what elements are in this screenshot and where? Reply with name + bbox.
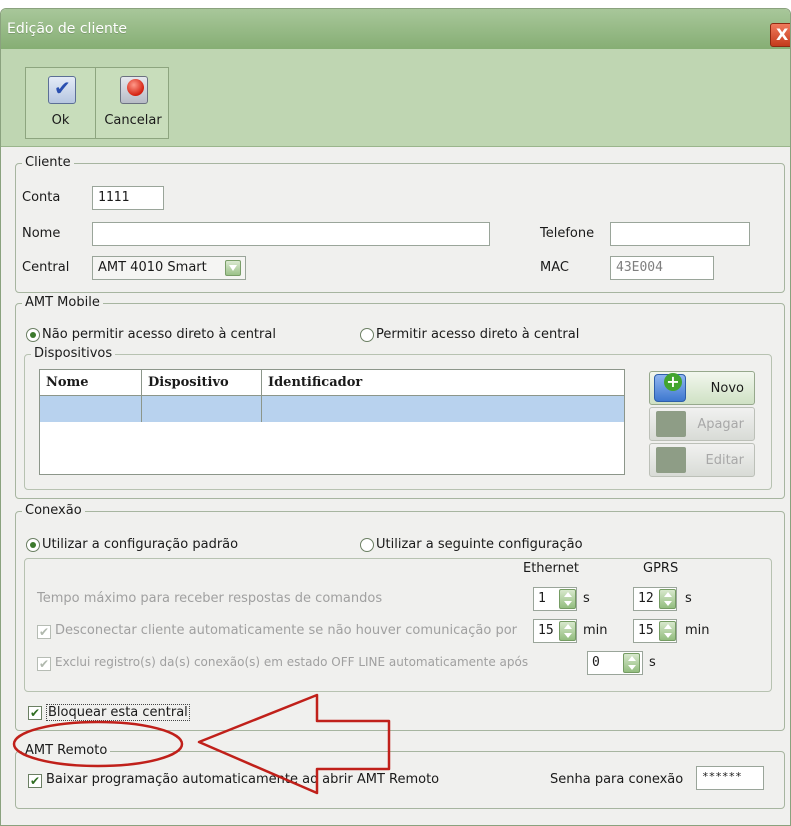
form-panel: Cliente Conta 1111 Nome Telefone Central… <box>15 155 788 825</box>
cliente-legend: Cliente <box>22 155 74 170</box>
senha-input[interactable]: ****** <box>696 766 764 790</box>
spinner-arrows-icon[interactable] <box>559 589 576 609</box>
access-radio[interactable] <box>360 328 374 342</box>
tempo-gprs-unit: s <box>685 591 692 606</box>
default-config-radio[interactable] <box>26 538 40 552</box>
add-icon <box>654 373 686 402</box>
close-button[interactable]: X <box>770 23 790 47</box>
no-access-label[interactable]: Não permitir acesso direto à central <box>42 327 276 342</box>
exclui-unit: s <box>649 655 656 670</box>
spinner-arrows-icon[interactable] <box>659 621 676 641</box>
senha-label: Senha para conexão <box>550 772 684 787</box>
column-header-identificador[interactable]: Identificador <box>262 370 624 396</box>
dispositivos-legend: Dispositivos <box>31 346 116 361</box>
dispositivos-group: Dispositivos Nome Dispositivo Identifica… <box>24 346 772 490</box>
toolbar-button-group: Ok Cancelar <box>25 67 169 139</box>
exclui-label: Exclui registro(s) da(s) conexão(s) em e… <box>55 655 529 669</box>
custom-config-group: Ethernet GPRS Tempo máximo para receber … <box>24 558 772 692</box>
amt-remoto-group: AMT Remoto ✔ Baixar programação automati… <box>15 743 785 809</box>
toolbar: Ok Cancelar <box>1 49 790 147</box>
desconectar-label: Desconectar cliente automaticamente se n… <box>55 623 517 638</box>
editar-button[interactable]: Editar <box>649 443 755 477</box>
table-cell <box>142 396 262 422</box>
table-cell <box>40 396 142 422</box>
cancel-icon <box>120 76 148 104</box>
nome-label: Nome <box>22 226 61 241</box>
access-label[interactable]: Permitir acesso direto à central <box>376 327 579 342</box>
mac-label: MAC <box>540 260 569 275</box>
conexao-group: Conexão Utilizar a configuração padrão U… <box>15 503 785 731</box>
column-header-dispositivo[interactable]: Dispositivo <box>142 370 262 396</box>
bloquear-label[interactable]: Bloquear esta central <box>46 704 190 721</box>
amt-mobile-group: AMT Mobile Não permitir acesso direto à … <box>15 295 785 499</box>
desconectar-checkbox[interactable]: ✔ <box>37 625 51 639</box>
checkmark-icon <box>48 76 76 104</box>
baixar-checkbox[interactable]: ✔ <box>28 774 42 788</box>
spinner-arrows-icon[interactable] <box>659 589 676 609</box>
window-title: Edição de cliente <box>7 21 127 37</box>
conta-label: Conta <box>22 190 61 205</box>
custom-config-radio[interactable] <box>360 538 374 552</box>
no-access-radio[interactable] <box>26 328 40 342</box>
cliente-group: Cliente Conta 1111 Nome Telefone Central… <box>15 155 785 293</box>
table-cell <box>262 396 624 422</box>
nome-input[interactable] <box>92 222 490 246</box>
desconectar-ethernet-unit: min <box>583 623 608 638</box>
editar-label: Editar <box>705 453 745 468</box>
gprs-column-label: GPRS <box>643 561 679 576</box>
telefone-input[interactable] <box>610 222 750 246</box>
ok-button[interactable]: Ok <box>26 68 96 138</box>
desconectar-gprs-unit: min <box>685 623 710 638</box>
central-select-value: AMT 4010 Smart <box>98 260 207 275</box>
table-row[interactable] <box>40 396 624 422</box>
tempo-label: Tempo máximo para receber respostas de c… <box>37 591 383 606</box>
custom-config-label[interactable]: Utilizar a seguinte configuração <box>376 537 583 552</box>
spinner-arrows-icon[interactable] <box>559 621 576 641</box>
edit-icon <box>656 447 686 473</box>
cancel-button[interactable]: Cancelar <box>98 68 168 138</box>
delete-icon <box>656 411 686 437</box>
default-config-label[interactable]: Utilizar a configuração padrão <box>42 537 238 552</box>
devices-grid-header: Nome Dispositivo Identificador <box>40 370 624 396</box>
novo-label: Novo <box>710 381 744 396</box>
apagar-label: Apagar <box>697 417 744 432</box>
central-label: Central <box>22 260 70 275</box>
ethernet-column-label: Ethernet <box>523 561 579 576</box>
spinner-arrows-icon[interactable] <box>623 653 640 673</box>
amt-mobile-legend: AMT Mobile <box>22 295 103 310</box>
apagar-button[interactable]: Apagar <box>649 407 755 441</box>
client-edit-window: Edição de cliente X Ok Cancelar Cliente … <box>0 8 791 826</box>
baixar-label[interactable]: Baixar programação automaticamente ao ab… <box>46 772 439 787</box>
column-header-nome[interactable]: Nome <box>40 370 142 396</box>
mac-input[interactable]: 43E004 <box>610 256 714 280</box>
exclui-checkbox[interactable]: ✔ <box>37 657 51 671</box>
amt-remoto-legend: AMT Remoto <box>22 743 111 758</box>
cancel-label: Cancelar <box>104 113 162 128</box>
novo-button[interactable]: Novo <box>649 371 755 405</box>
devices-grid: Nome Dispositivo Identificador <box>39 369 625 475</box>
title-bar: Edição de cliente X <box>1 9 790 49</box>
bloquear-checkbox[interactable]: ✔ <box>28 706 42 720</box>
conta-input[interactable]: 1111 <box>92 186 164 210</box>
ok-label: Ok <box>51 113 70 128</box>
chevron-down-icon[interactable] <box>225 260 241 276</box>
conexao-legend: Conexão <box>22 503 85 518</box>
tempo-ethernet-unit: s <box>583 591 590 606</box>
telefone-label: Telefone <box>540 226 595 241</box>
central-select[interactable]: AMT 4010 Smart <box>92 256 246 280</box>
